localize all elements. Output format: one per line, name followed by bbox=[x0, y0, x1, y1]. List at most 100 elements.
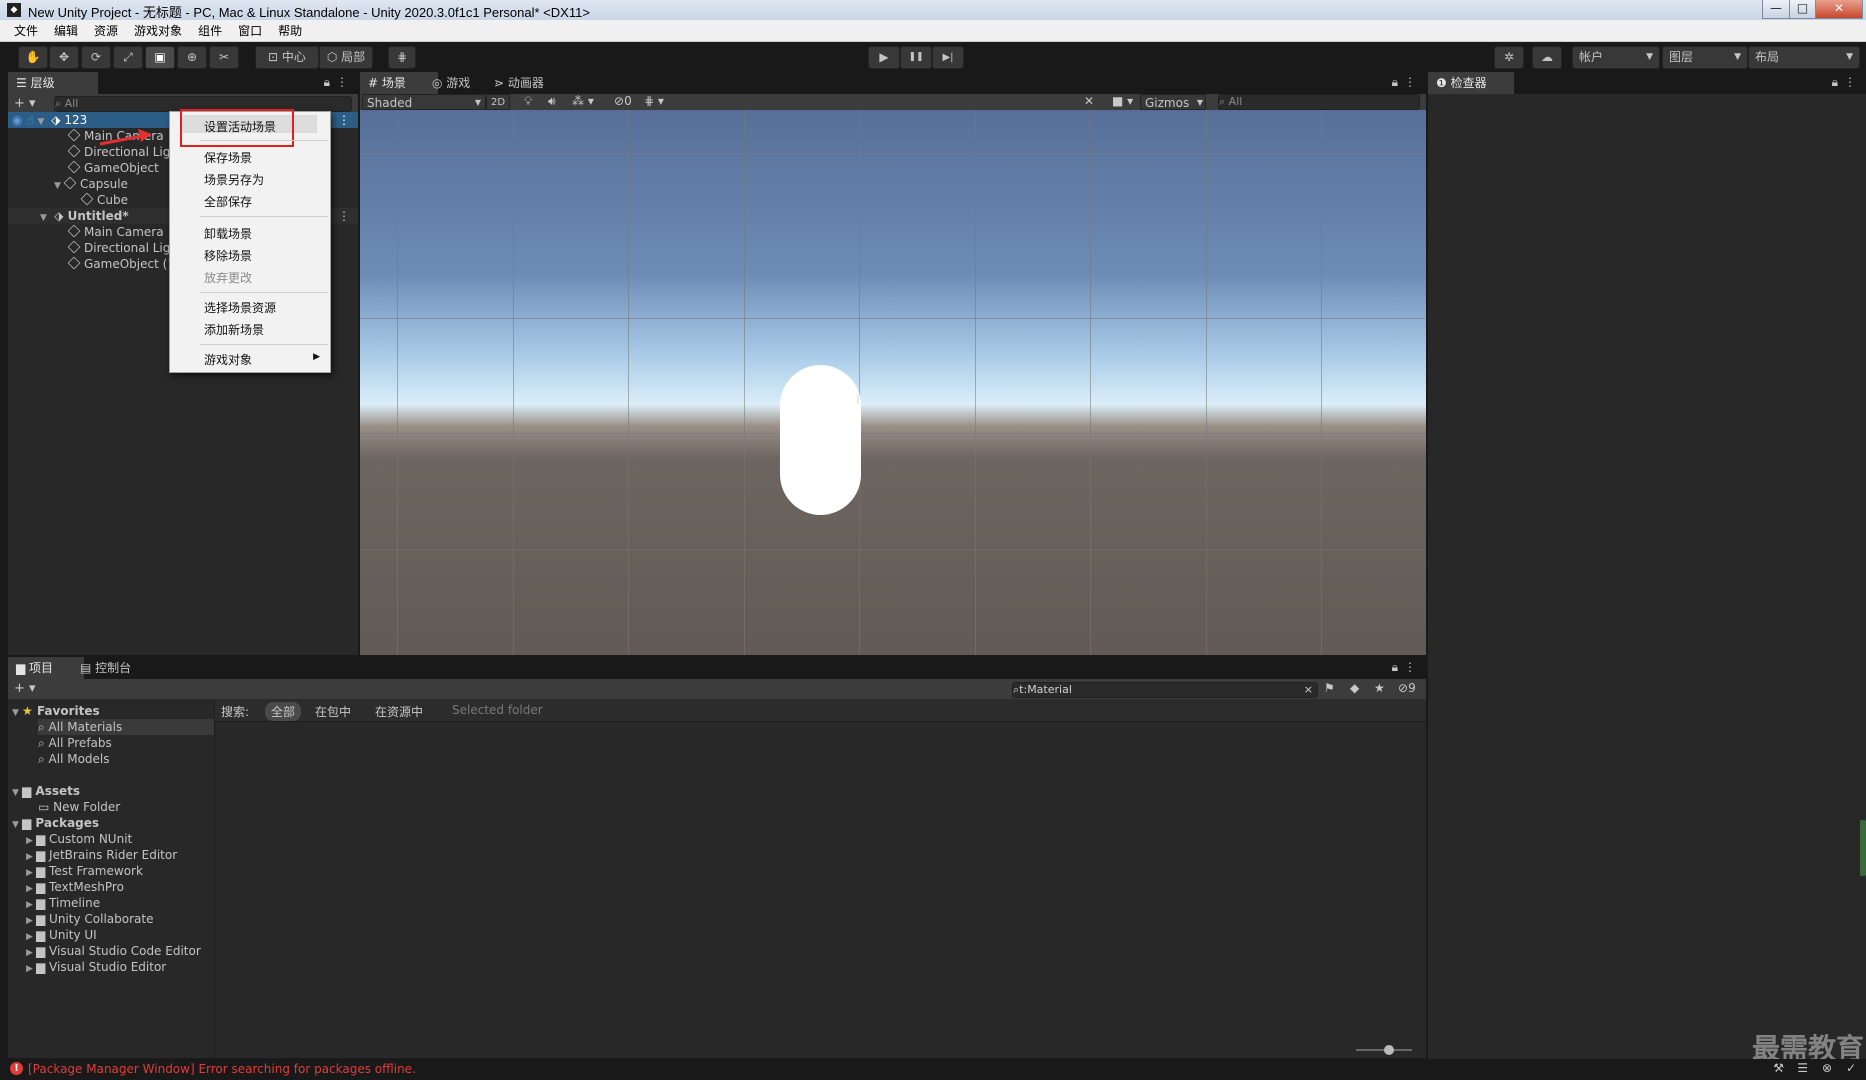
create-asset-button[interactable]: + ▾ bbox=[14, 681, 36, 696]
expand-arrow-icon[interactable]: ▼ bbox=[12, 785, 22, 801]
menu-item-save-scene-as[interactable]: 场景另存为 bbox=[204, 171, 264, 188]
list-item[interactable]: ▶ ▆ Unity UI bbox=[26, 927, 214, 943]
add-object-button[interactable]: + ▾ bbox=[14, 96, 36, 111]
play-button[interactable]: ▶ bbox=[868, 46, 900, 69]
expand-arrow-icon[interactable]: ▼ bbox=[40, 210, 50, 226]
bug-icon[interactable]: ⚒ bbox=[1773, 1061, 1784, 1075]
menu-item-save-scene[interactable]: 保存场景 bbox=[204, 149, 252, 166]
scope-all-button[interactable]: 全部 bbox=[265, 702, 302, 721]
label-icon[interactable]: ◆ bbox=[1350, 681, 1359, 695]
stack-icon[interactable]: ☰ bbox=[1797, 1061, 1808, 1075]
capsule-object[interactable] bbox=[780, 365, 861, 515]
menu-component[interactable]: 组件 bbox=[190, 22, 230, 39]
pause-button[interactable]: ❚❚ bbox=[900, 46, 932, 69]
packages-header[interactable]: ▼ ▆ Packages bbox=[8, 815, 214, 831]
camera-icon[interactable]: ■ ▾ bbox=[1112, 94, 1133, 108]
tab-animator[interactable]: ⋗ 动画器 bbox=[486, 72, 572, 94]
expand-arrow-icon[interactable]: ▼ bbox=[12, 705, 22, 721]
rotate-tool-icon[interactable]: ⟳ bbox=[81, 46, 111, 69]
tools-icon[interactable]: ✕ bbox=[1084, 94, 1094, 108]
clear-search-icon[interactable]: × bbox=[1304, 683, 1313, 697]
menu-assets[interactable]: 资源 bbox=[86, 22, 126, 39]
kebab-menu-icon[interactable]: ⋮ bbox=[1404, 75, 1416, 89]
list-item[interactable]: ▶ ▆ TextMeshPro bbox=[26, 879, 214, 895]
menu-help[interactable]: 帮助 bbox=[270, 22, 310, 39]
menu-item-add-new-scene[interactable]: 添加新场景 bbox=[204, 321, 264, 338]
close-button[interactable]: ✕ bbox=[1815, 0, 1863, 19]
assets-header[interactable]: ▼ ▆ Assets bbox=[8, 783, 214, 799]
step-button[interactable]: ▶| bbox=[932, 46, 964, 69]
hand-tool-icon[interactable]: ✋ bbox=[18, 46, 48, 69]
expand-arrow-icon[interactable]: ▼ bbox=[54, 178, 64, 194]
pivot-local-button[interactable]: ⬡ 局部 bbox=[319, 46, 373, 69]
kebab-menu-icon[interactable]: ⋮ bbox=[336, 75, 348, 89]
list-item[interactable]: ▶ ▆ JetBrains Rider Editor bbox=[26, 847, 214, 863]
list-item[interactable]: ⌕ All Models bbox=[38, 751, 214, 767]
tab-inspector[interactable]: ❶ 检查器 bbox=[1428, 72, 1514, 94]
network-icon[interactable]: ⊗ bbox=[1822, 1061, 1832, 1075]
expand-arrow-icon[interactable]: ▼ bbox=[37, 114, 47, 130]
list-item[interactable]: ⌕ All Materials bbox=[38, 719, 214, 735]
list-item[interactable]: ▶ ▆ Unity Collaborate bbox=[26, 911, 214, 927]
grid-snap-icon[interactable]: ⋕ bbox=[388, 46, 416, 69]
hidden-packages-icon[interactable]: ⊘9 bbox=[1398, 681, 1416, 695]
scrollbar-thumb[interactable] bbox=[1860, 820, 1866, 876]
scope-selected-folder-button[interactable]: Selected folder bbox=[452, 703, 543, 717]
audio-icon[interactable]: 🔊︎ bbox=[548, 94, 556, 109]
menu-edit[interactable]: 编辑 bbox=[46, 22, 86, 39]
list-item[interactable]: ▶ ▆ Custom NUnit bbox=[26, 831, 214, 847]
list-item[interactable]: ▶ ▆ Test Framework bbox=[26, 863, 214, 879]
maximize-button[interactable]: □ bbox=[1789, 0, 1816, 19]
pick-icon[interactable]: ☝ bbox=[26, 113, 33, 127]
menu-item-remove-scene[interactable]: 移除场景 bbox=[204, 247, 252, 264]
menu-item-save-all[interactable]: 全部保存 bbox=[204, 193, 252, 210]
icon-size-slider[interactable] bbox=[1356, 1045, 1412, 1055]
favorites-header[interactable]: ▼ ★ Favorites bbox=[8, 703, 214, 719]
collab-icon[interactable]: ✲ bbox=[1494, 46, 1524, 69]
rect-tool-icon[interactable]: ▣ bbox=[145, 46, 175, 69]
scene-viewport[interactable]: I bbox=[360, 110, 1426, 655]
pivot-center-button[interactable]: ⊡ 中心 bbox=[255, 46, 319, 69]
slider-thumb[interactable] bbox=[1384, 1045, 1394, 1055]
scale-tool-icon[interactable]: ⤢ bbox=[113, 46, 143, 69]
status-error-message[interactable]: [Package Manager Window] Error searching… bbox=[28, 1062, 416, 1076]
menu-gameobject[interactable]: 游戏对象 bbox=[126, 22, 190, 39]
expand-arrow-icon[interactable]: ▶ bbox=[26, 961, 36, 977]
custom-tool-icon[interactable]: ✂ bbox=[209, 46, 239, 69]
tab-hierarchy[interactable]: ☰ 层级 bbox=[8, 72, 98, 94]
transform-tool-icon[interactable]: ⊕ bbox=[177, 46, 207, 69]
tab-console[interactable]: ▤ 控制台 bbox=[72, 657, 158, 679]
kebab-menu-icon[interactable]: ⋮ bbox=[1844, 75, 1856, 89]
project-search-input[interactable]: ⌕t:Material × bbox=[1012, 682, 1318, 698]
lock-icon[interactable]: 🔒︎ bbox=[1392, 660, 1398, 675]
layout-dropdown[interactable]: 布局 ▼ bbox=[1748, 46, 1860, 69]
minimize-button[interactable]: — bbox=[1762, 0, 1790, 19]
check-icon[interactable]: ✓ bbox=[1846, 1061, 1856, 1075]
list-item[interactable]: ▭ New Folder bbox=[38, 799, 214, 815]
lock-icon[interactable]: 🔒︎ bbox=[324, 75, 330, 90]
move-tool-icon[interactable]: ✥ bbox=[49, 46, 79, 69]
effects-icon[interactable]: ⁂ ▾ bbox=[572, 94, 594, 108]
kebab-menu-icon[interactable]: ⋮ bbox=[1404, 660, 1416, 674]
layers-dropdown[interactable]: 图层 ▼ bbox=[1662, 46, 1748, 69]
lock-icon[interactable]: 🔒︎ bbox=[1832, 75, 1838, 90]
menu-window[interactable]: 窗口 bbox=[230, 22, 270, 39]
expand-arrow-icon[interactable]: ▼ bbox=[12, 817, 22, 833]
list-item[interactable]: ▶ ▆ Timeline bbox=[26, 895, 214, 911]
shading-mode-dropdown[interactable]: Shaded ▼ bbox=[362, 94, 486, 110]
menu-item-gameobject[interactable]: 游戏对象 bbox=[204, 351, 252, 368]
visibility-icon[interactable]: ⊘0 bbox=[614, 94, 632, 108]
search-by-type-icon[interactable]: ⚑ bbox=[1324, 681, 1335, 695]
menu-item-select-scene-asset[interactable]: 选择场景资源 bbox=[204, 299, 276, 316]
account-dropdown[interactable]: 帐户 ▼ bbox=[1572, 46, 1660, 69]
menu-item-unload-scene[interactable]: 卸载场景 bbox=[204, 225, 252, 242]
list-item[interactable]: ▶ ▆ Visual Studio Editor bbox=[26, 959, 214, 975]
scope-packages-button[interactable]: 在包中 bbox=[315, 703, 351, 720]
menu-file[interactable]: 文件 bbox=[0, 22, 46, 39]
list-item[interactable]: ▶ ▆ Visual Studio Code Editor bbox=[26, 943, 214, 959]
gizmos-dropdown[interactable]: Gizmos ▼ bbox=[1140, 94, 1206, 110]
lightbulb-icon[interactable]: 💡︎ bbox=[524, 94, 532, 109]
star-icon[interactable]: ★ bbox=[1374, 681, 1385, 695]
kebab-menu-icon[interactable]: ⋮ bbox=[338, 112, 350, 128]
list-item[interactable]: ⌕ All Prefabs bbox=[38, 735, 214, 751]
